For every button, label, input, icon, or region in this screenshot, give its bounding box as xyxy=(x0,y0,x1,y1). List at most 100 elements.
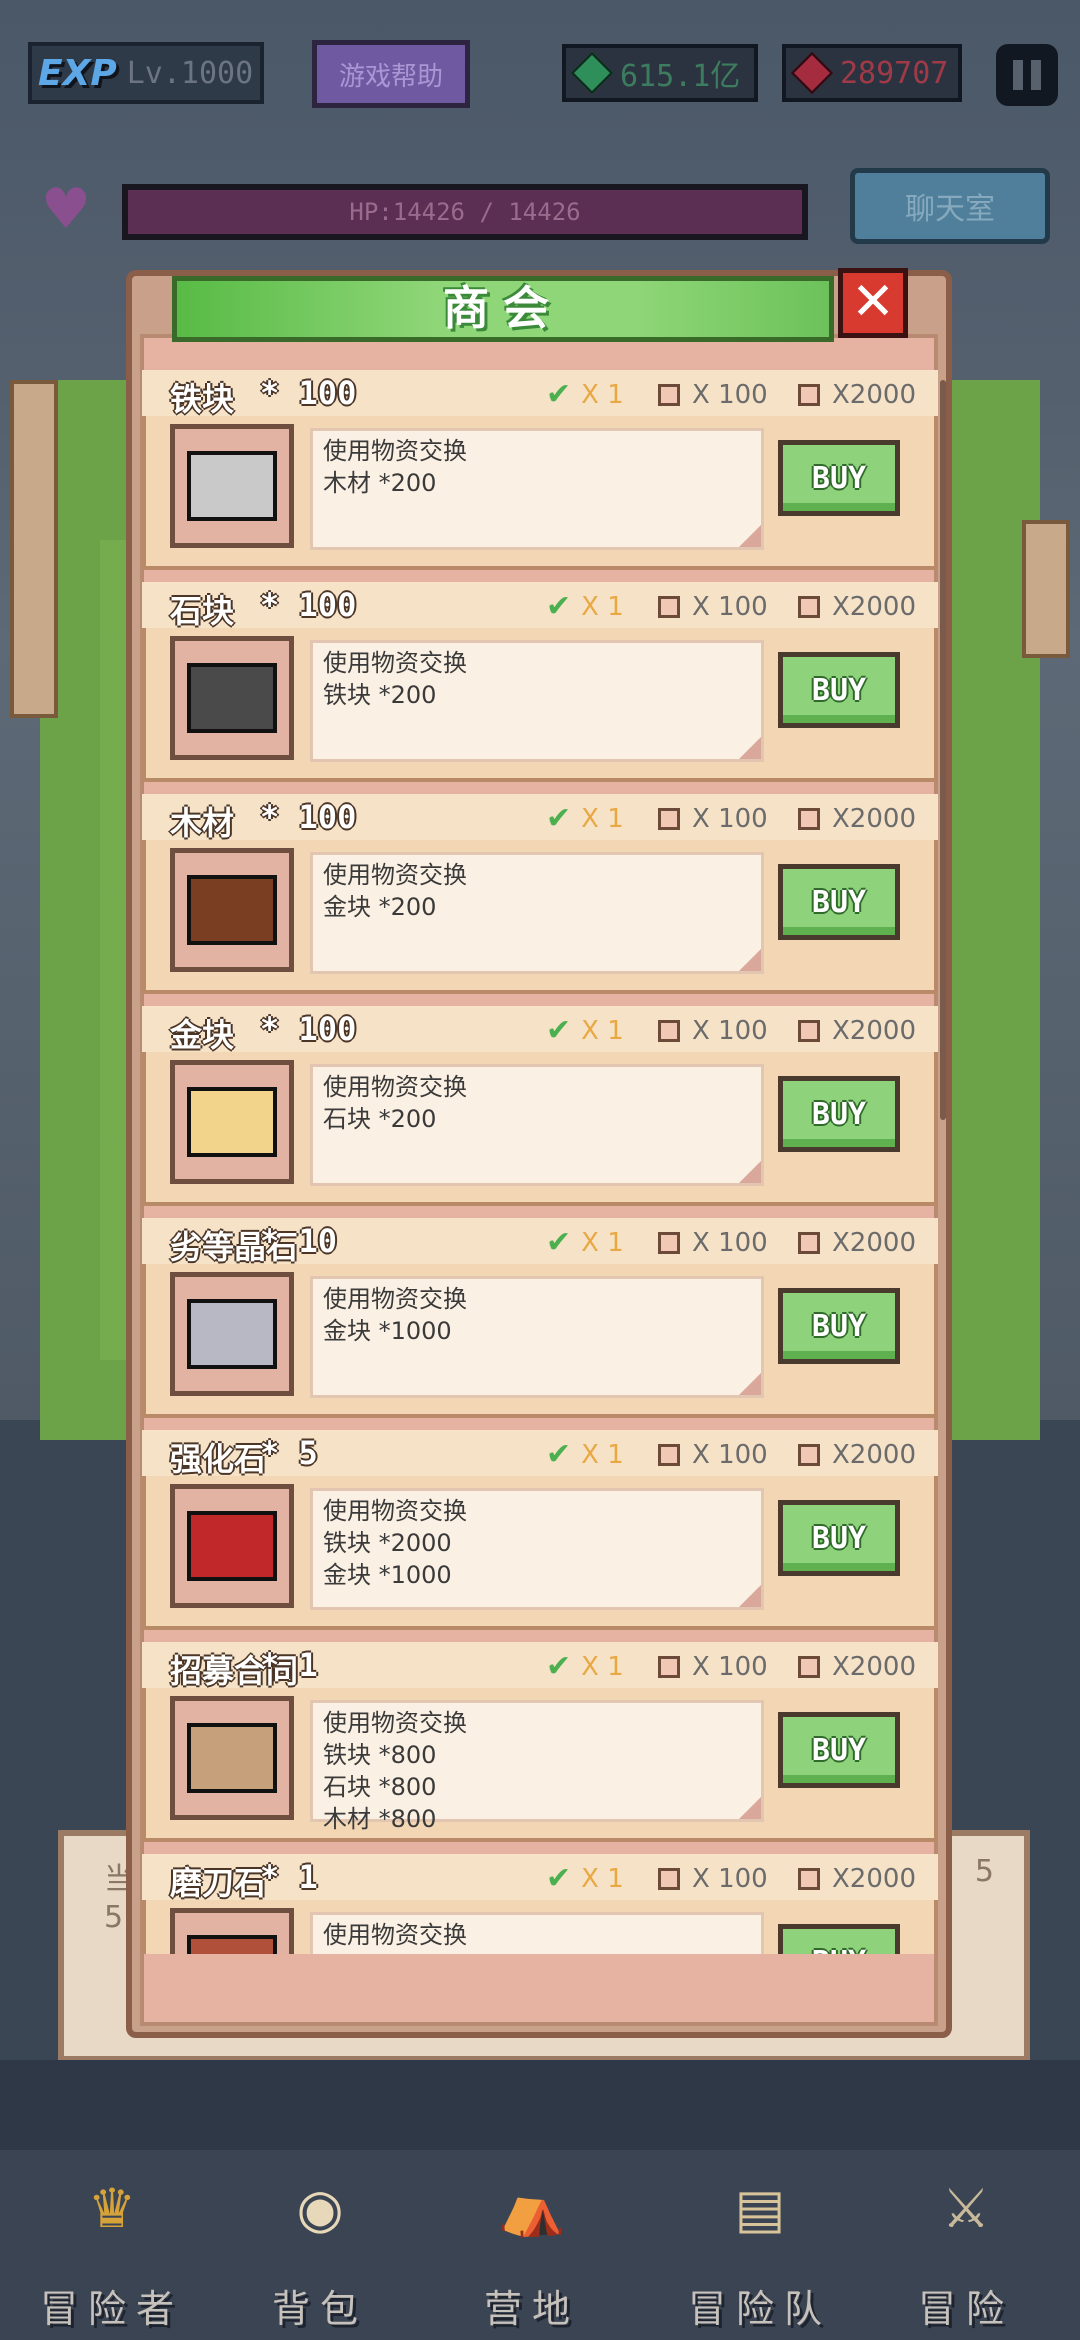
qty-option-x100[interactable]: X 100 xyxy=(658,1652,768,1682)
desc-line: 使用物资交换 xyxy=(323,437,467,465)
qty-option-x1[interactable]: ✔ X 1 xyxy=(546,1437,624,1472)
option-label: X2000 xyxy=(832,1652,916,1682)
qty-option-x1[interactable]: ✔ X 1 xyxy=(546,801,624,836)
buy-button[interactable]: BUY xyxy=(778,440,900,516)
qty-option-x100[interactable]: X 100 xyxy=(658,804,768,834)
desc-line: 石块 *800 xyxy=(323,1773,437,1801)
qty-option-x2000[interactable]: X2000 xyxy=(798,380,916,410)
option-label: X 100 xyxy=(692,592,768,622)
buy-button[interactable]: BUY xyxy=(778,652,900,728)
buy-button[interactable]: BUY xyxy=(778,1288,900,1364)
option-label: X 1 xyxy=(581,1016,624,1046)
book-icon: ▤ xyxy=(734,2176,786,2240)
checkmark-icon: ✔ xyxy=(546,801,572,836)
buy-button[interactable]: BUY xyxy=(778,1076,900,1152)
checkmark-icon: ✔ xyxy=(546,1437,572,1472)
checkbox-icon xyxy=(798,1656,820,1678)
qty-option-x100[interactable]: X 100 xyxy=(658,380,768,410)
qty-option-x2000[interactable]: X2000 xyxy=(798,1228,916,1258)
option-label: X 1 xyxy=(581,592,624,622)
item-description: 使用物资交换 木材 *200 xyxy=(310,428,764,550)
desc-line: 金块 *1000 xyxy=(323,1561,452,1589)
nav-item[interactable]: ♛ 冒险者 xyxy=(12,2160,212,2340)
page-fold-icon xyxy=(739,1797,761,1819)
desc-line: 金块 *1000 xyxy=(323,1317,452,1345)
checkbox-icon xyxy=(798,1444,820,1466)
buy-button[interactable]: BUY xyxy=(778,1712,900,1788)
qty-option-x100[interactable]: X 100 xyxy=(658,1440,768,1470)
nav-item[interactable]: ◉ 背包 xyxy=(220,2160,420,2340)
qty-option-x1[interactable]: ✔ X 1 xyxy=(546,380,624,411)
qty-option-x100[interactable]: X 100 xyxy=(658,1228,768,1258)
heart-icon: ♥ xyxy=(40,177,92,242)
shop-item-list[interactable]: 铁块 * 100 ✔ X 1 X 100 X2000 使用物资交换 木材 *200 … xyxy=(142,370,938,1954)
item-thumbnail xyxy=(170,1060,294,1184)
option-label: X2000 xyxy=(832,1228,916,1258)
nav-item[interactable]: ▤ 冒险队 xyxy=(660,2160,860,2340)
nav-label: 营地 xyxy=(483,2287,580,2331)
buy-button[interactable]: BUY xyxy=(778,864,900,940)
qty-option-x1[interactable]: ✔ X 1 xyxy=(546,592,624,623)
checkmark-icon: ✔ xyxy=(546,1225,572,1260)
checkbox-icon xyxy=(798,1232,820,1254)
desc-line: 使用物资交换 xyxy=(323,1497,467,1525)
ruby-icon xyxy=(790,51,834,95)
buy-button[interactable]: BUY xyxy=(778,1924,900,1954)
qty-option-x1[interactable]: ✔ X 1 xyxy=(546,1013,624,1048)
nav-item[interactable]: ⚔ 冒险 xyxy=(866,2160,1066,2340)
nav-label: 冒险队 xyxy=(687,2287,832,2331)
item-thumbnail xyxy=(170,848,294,972)
card-left-number: 5 xyxy=(104,1900,124,1935)
checkbox-icon xyxy=(658,1868,680,1890)
item-name: 铁块 xyxy=(170,380,235,418)
game-help-button[interactable]: 游戏帮助 xyxy=(312,40,470,108)
item-description: 使用物资交换 金块 *200 xyxy=(310,852,764,974)
desc-line: 金块 *200 xyxy=(323,893,437,921)
checkbox-icon xyxy=(798,1020,820,1042)
item-name: 木材 xyxy=(170,804,235,842)
option-label: X 1 xyxy=(581,1652,624,1682)
checkmark-icon: ✔ xyxy=(546,1013,572,1048)
pause-button[interactable] xyxy=(996,44,1058,106)
option-label: X 100 xyxy=(692,380,768,410)
option-label: X 1 xyxy=(581,380,624,410)
top-hud: EXP Lv.1000 游戏帮助 615.1亿 289707 ♥ HP:1442… xyxy=(0,0,1080,260)
option-label: X 1 xyxy=(581,1864,624,1894)
qty-option-x1[interactable]: ✔ X 1 xyxy=(546,1225,624,1260)
item-description: 使用物资交换 铁块 *200 xyxy=(310,640,764,762)
sword-icon: ⚔ xyxy=(941,2176,991,2240)
item-icon xyxy=(187,1935,277,1954)
list-scrollbar[interactable] xyxy=(940,380,946,1120)
qty-option-x1[interactable]: ✔ X 1 xyxy=(546,1864,624,1895)
item-thumbnail xyxy=(170,1908,294,1954)
qty-option-x100[interactable]: X 100 xyxy=(658,1864,768,1894)
item-thumbnail xyxy=(170,1696,294,1820)
qty-option-x100[interactable]: X 100 xyxy=(658,1016,768,1046)
qty-option-x2000[interactable]: X2000 xyxy=(798,1440,916,1470)
item-quantity: * 100 xyxy=(260,798,357,836)
desc-line: 使用物资交换 xyxy=(323,649,467,677)
qty-option-x2000[interactable]: X2000 xyxy=(798,1652,916,1682)
desc-line: 使用物资交换 xyxy=(323,1073,467,1101)
checkbox-icon xyxy=(658,1656,680,1678)
buy-button[interactable]: BUY xyxy=(778,1500,900,1576)
nav-item[interactable]: ⛺ 营地 xyxy=(432,2160,632,2340)
desc-line: 木材 *800 xyxy=(323,1805,437,1833)
qty-option-x2000[interactable]: X2000 xyxy=(798,1864,916,1894)
gem-counter: 615.1亿 xyxy=(562,44,758,102)
item-thumbnail xyxy=(170,636,294,760)
item-name: 石块 xyxy=(170,592,235,630)
qty-option-x2000[interactable]: X2000 xyxy=(798,592,916,622)
qty-option-x2000[interactable]: X2000 xyxy=(798,804,916,834)
background-band xyxy=(0,2060,1080,2150)
qty-option-x2000[interactable]: X2000 xyxy=(798,1016,916,1046)
item-icon xyxy=(187,875,277,945)
option-label: X 100 xyxy=(692,1652,768,1682)
chat-room-button[interactable]: 聊天室 xyxy=(850,168,1050,244)
option-label: X2000 xyxy=(832,804,916,834)
close-button[interactable]: ✕ xyxy=(838,268,908,338)
desc-line: 使用物资交换 xyxy=(323,1709,467,1737)
qty-option-x1[interactable]: ✔ X 1 xyxy=(546,1652,624,1683)
item-name: 强化石 xyxy=(170,1440,267,1478)
qty-option-x100[interactable]: X 100 xyxy=(658,592,768,622)
